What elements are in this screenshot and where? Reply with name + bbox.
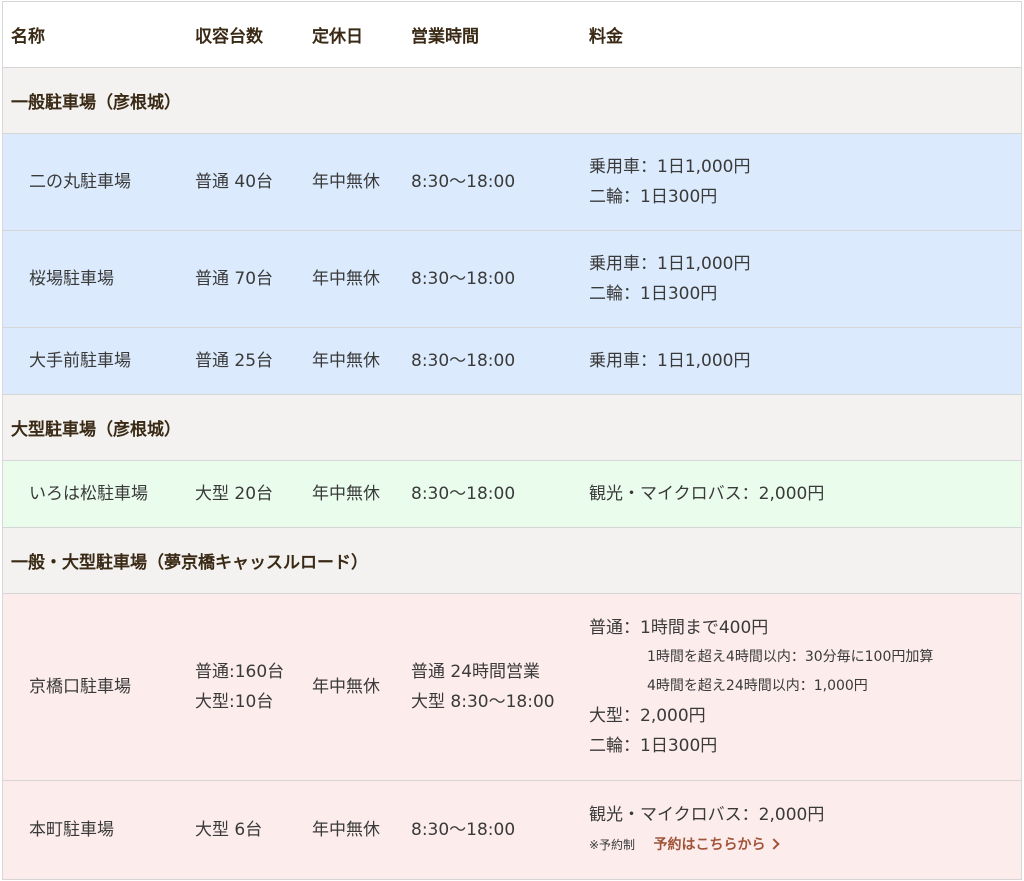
header-closed: 定休日 bbox=[300, 1, 399, 68]
lot-capacity: 大型 6台 bbox=[183, 780, 300, 880]
lot-name: 本町駐車場 bbox=[3, 780, 183, 880]
fee-line: 二輪：1日300円 bbox=[589, 187, 718, 207]
section-title: 一般・大型駐車場（夢京橋キャッスルロード） bbox=[3, 527, 1021, 594]
hours-line: 大型 8:30〜18:00 bbox=[411, 692, 555, 712]
lot-name: 京橋口駐車場 bbox=[3, 593, 183, 781]
lot-closed: 年中無休 bbox=[300, 460, 399, 528]
section-title: 大型駐車場（彦根城） bbox=[3, 394, 1021, 461]
lot-capacity: 普通 25台 bbox=[183, 327, 300, 395]
fee-line: 乗用車：1日1,000円 bbox=[589, 254, 751, 274]
section-row-general-castle: 一般駐車場（彦根城） bbox=[3, 67, 1021, 134]
section-title: 一般駐車場（彦根城） bbox=[3, 67, 1021, 134]
table-row: いろは松駐車場 大型 20台 年中無休 8:30〜18:00 観光・マイクロバス… bbox=[3, 460, 1021, 528]
lot-closed: 年中無休 bbox=[300, 780, 399, 880]
lot-capacity: 普通 70台 bbox=[183, 230, 300, 328]
reservation-link-label: 予約はこちらから bbox=[653, 837, 766, 853]
lot-fee: 普通：1時間まで400円 1時間を超え4時間以内：30分毎に100円加算 4時間… bbox=[577, 593, 1021, 781]
lot-name: 大手前駐車場 bbox=[3, 327, 183, 395]
fee-subline: 4時間を超え24時間以内：1,000円 bbox=[647, 678, 868, 694]
table-row: 二の丸駐車場 普通 40台 年中無休 8:30〜18:00 乗用車：1日1,00… bbox=[3, 133, 1021, 231]
table-row: 桜場駐車場 普通 70台 年中無休 8:30〜18:00 乗用車：1日1,000… bbox=[3, 230, 1021, 328]
lot-hours: 普通 24時間営業 大型 8:30〜18:00 bbox=[399, 593, 577, 781]
reservation-link[interactable]: 予約はこちらから bbox=[653, 837, 780, 853]
table-row: 大手前駐車場 普通 25台 年中無休 8:30〜18:00 乗用車：1日1,00… bbox=[3, 327, 1021, 395]
parking-table: 名称 収容台数 定休日 営業時間 料金 一般駐車場（彦根城） 二の丸駐車場 普通… bbox=[3, 1, 1021, 880]
capacity-line: 普通:160台 bbox=[195, 662, 285, 682]
fee-subline: 1時間を超え4時間以内：30分毎に100円加算 bbox=[647, 649, 934, 665]
lot-fee: 乗用車：1日1,000円 二輪：1日300円 bbox=[577, 133, 1021, 231]
lot-fee: 乗用車：1日1,000円 bbox=[577, 327, 1021, 395]
reservation-line: ※予約制 予約はこちらから bbox=[589, 830, 1021, 860]
lot-hours: 8:30〜18:00 bbox=[399, 133, 577, 231]
lot-name: 二の丸駐車場 bbox=[3, 133, 183, 231]
capacity-line: 大型:10台 bbox=[195, 692, 274, 712]
section-row-castle-road: 一般・大型駐車場（夢京橋キャッスルロード） bbox=[3, 527, 1021, 594]
lot-hours: 8:30〜18:00 bbox=[399, 327, 577, 395]
header-hours: 営業時間 bbox=[399, 1, 577, 68]
lot-name: いろは松駐車場 bbox=[3, 460, 183, 528]
lot-fee: 乗用車：1日1,000円 二輪：1日300円 bbox=[577, 230, 1021, 328]
fee-line: 普通：1時間まで400円 bbox=[589, 618, 769, 638]
chevron-right-icon bbox=[767, 838, 780, 850]
fee-line: 乗用車：1日1,000円 bbox=[589, 351, 751, 371]
lot-capacity: 大型 20台 bbox=[183, 460, 300, 528]
parking-table-container: 名称 収容台数 定休日 営業時間 料金 一般駐車場（彦根城） 二の丸駐車場 普通… bbox=[2, 1, 1022, 880]
reservation-note: ※予約制 bbox=[589, 838, 636, 852]
lot-fee: 観光・マイクロバス：2,000円 bbox=[577, 460, 1021, 528]
table-row: 京橋口駐車場 普通:160台 大型:10台 年中無休 普通 24時間営業 大型 … bbox=[3, 593, 1021, 781]
fee-line: 大型：2,000円 bbox=[589, 706, 706, 726]
lot-name: 桜場駐車場 bbox=[3, 230, 183, 328]
lot-closed: 年中無休 bbox=[300, 133, 399, 231]
lot-hours: 8:30〜18:00 bbox=[399, 460, 577, 528]
fee-line: 二輪：1日300円 bbox=[589, 284, 718, 304]
fee-line: 乗用車：1日1,000円 bbox=[589, 157, 751, 177]
lot-capacity: 普通 40台 bbox=[183, 133, 300, 231]
hours-line: 普通 24時間営業 bbox=[411, 662, 541, 682]
table-header-row: 名称 収容台数 定休日 営業時間 料金 bbox=[3, 1, 1021, 68]
lot-closed: 年中無休 bbox=[300, 327, 399, 395]
fee-line: 二輪：1日300円 bbox=[589, 736, 718, 756]
lot-hours: 8:30〜18:00 bbox=[399, 780, 577, 880]
lot-capacity: 普通:160台 大型:10台 bbox=[183, 593, 300, 781]
header-fee: 料金 bbox=[577, 1, 1021, 68]
lot-hours: 8:30〜18:00 bbox=[399, 230, 577, 328]
section-row-large-castle: 大型駐車場（彦根城） bbox=[3, 394, 1021, 461]
header-name: 名称 bbox=[3, 1, 183, 68]
lot-fee: 観光・マイクロバス：2,000円 ※予約制 予約はこちらから bbox=[577, 780, 1021, 880]
lot-closed: 年中無休 bbox=[300, 230, 399, 328]
fee-line: 観光・マイクロバス：2,000円 bbox=[589, 805, 825, 825]
header-capacity: 収容台数 bbox=[183, 1, 300, 68]
lot-closed: 年中無休 bbox=[300, 593, 399, 781]
fee-line: 観光・マイクロバス：2,000円 bbox=[589, 484, 825, 504]
table-row: 本町駐車場 大型 6台 年中無休 8:30〜18:00 観光・マイクロバス：2,… bbox=[3, 780, 1021, 880]
